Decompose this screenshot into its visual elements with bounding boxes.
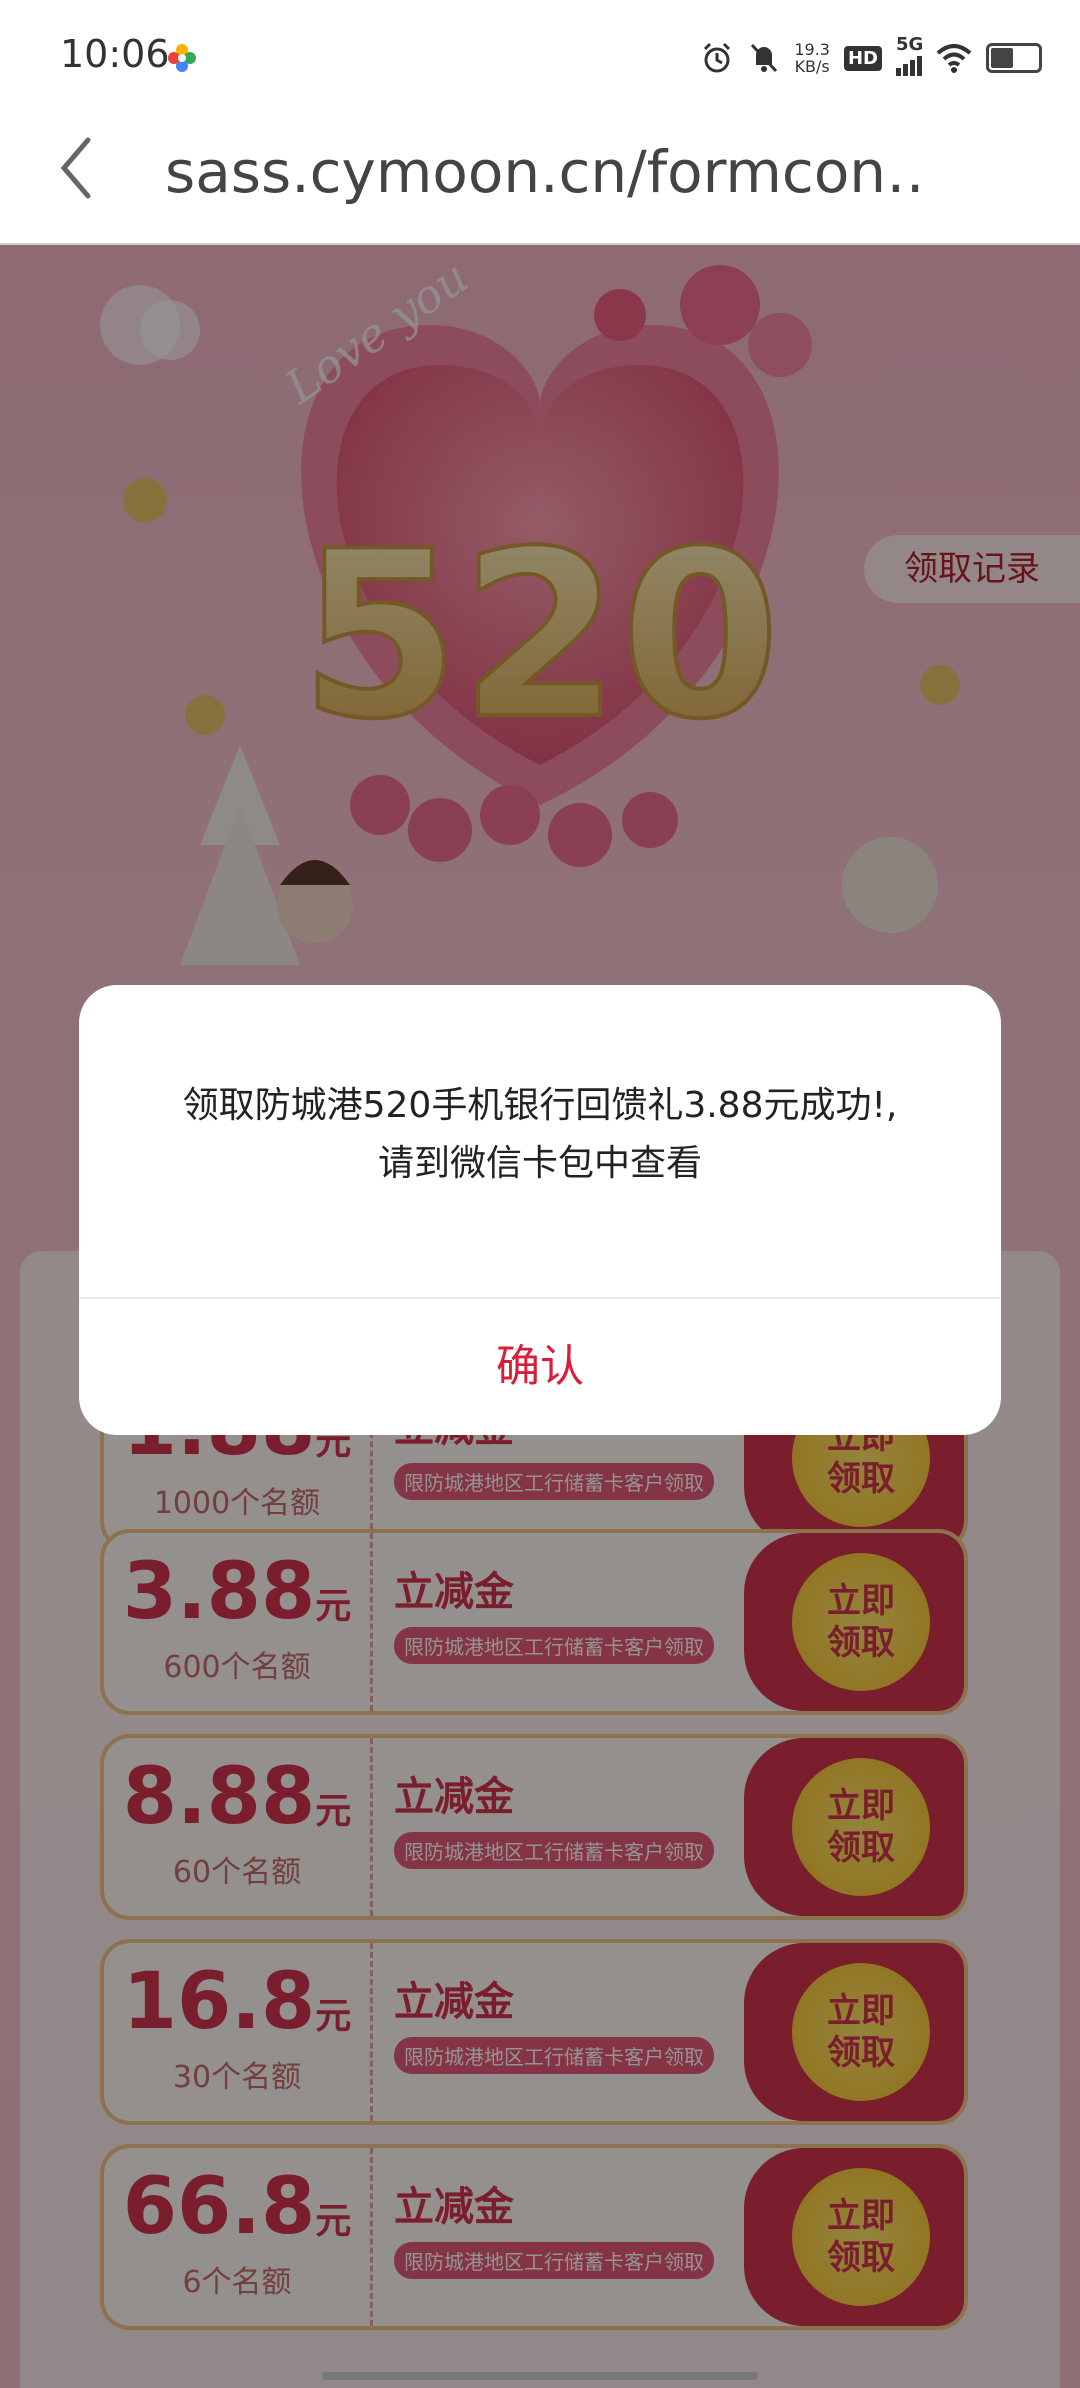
signal-icon: 5G: [896, 34, 923, 76]
back-arrow-icon[interactable]: [50, 128, 110, 208]
wifi-icon: [936, 44, 972, 73]
alarm-icon: [704, 42, 731, 73]
success-dialog: 领取防城港520手机银行回馈礼3.88元成功!, 请到微信卡包中查看 确认: [79, 985, 1001, 1435]
mute-icon: [751, 43, 778, 73]
hd-badge: HD: [843, 45, 882, 71]
home-indicator[interactable]: [322, 2372, 758, 2380]
browser-toolbar: sass.cymoon.cn/formcon…: [0, 100, 1080, 245]
status-bar: 10:06 19.3 KB/s HD 5G: [0, 0, 1080, 100]
status-time: 10:06: [60, 32, 170, 76]
confirm-button[interactable]: 确认: [79, 1299, 1001, 1435]
dialog-message: 领取防城港520手机银行回馈礼3.88元成功!, 请到微信卡包中查看: [182, 1085, 898, 1184]
network-speed: 19.3 KB/s: [794, 40, 830, 76]
battery-icon: [986, 43, 1042, 73]
url-title[interactable]: sass.cymoon.cn/formcon…: [165, 138, 925, 206]
app-notification-icon: [168, 44, 196, 72]
